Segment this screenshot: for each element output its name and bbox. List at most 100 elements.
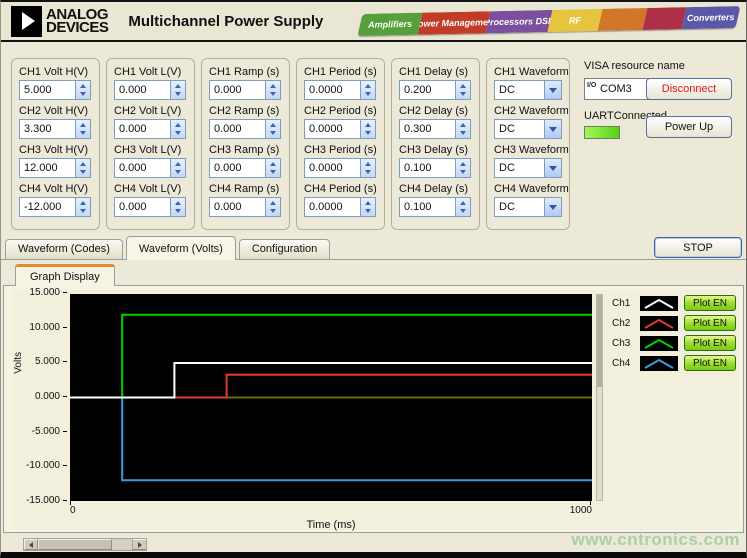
legend-swatch[interactable] <box>640 336 678 351</box>
spinner-value[interactable]: 12.000 <box>20 159 75 177</box>
spinner-arrows-icon[interactable] <box>455 120 470 138</box>
ch4-ramp-input[interactable]: 0.000 <box>209 197 281 217</box>
ch2-volt-l-input[interactable]: 0.000 <box>114 119 186 139</box>
spinner-arrows-icon[interactable] <box>75 120 90 138</box>
spinner-value[interactable]: 3.300 <box>20 120 75 138</box>
spinner-value[interactable]: 0.000 <box>115 81 170 99</box>
scroll-left-button[interactable] <box>24 539 38 550</box>
legend-swatch[interactable] <box>640 296 678 311</box>
spinner-value[interactable]: 0.000 <box>210 198 265 216</box>
tab-waveform-volts[interactable]: Waveform (Volts) <box>126 236 236 260</box>
scroll-right-button[interactable] <box>132 539 146 550</box>
spinner-arrows-icon[interactable] <box>75 81 90 99</box>
chevron-down-icon[interactable] <box>544 198 561 216</box>
spinner-arrows-icon[interactable] <box>170 198 185 216</box>
spinner-value[interactable]: -12.000 <box>20 198 75 216</box>
spinner-value[interactable]: 0.0000 <box>305 120 360 138</box>
combo-value[interactable]: DC <box>495 120 544 138</box>
spinner-arrows-icon[interactable] <box>170 159 185 177</box>
spinner-arrows-icon[interactable] <box>455 198 470 216</box>
combo-value[interactable]: DC <box>495 198 544 216</box>
ch4-volt-h-input[interactable]: -12.000 <box>19 197 91 217</box>
spinner-value[interactable]: 0.000 <box>115 159 170 177</box>
field-label: CH3 Volt H(V) <box>19 144 92 156</box>
disconnect-button[interactable]: Disconnect <box>646 78 732 100</box>
ch4-period-input[interactable]: 0.0000 <box>304 197 376 217</box>
ch3-ramp-input[interactable]: 0.000 <box>209 158 281 178</box>
spinner-value[interactable]: 5.000 <box>20 81 75 99</box>
plot-vertical-scrollbar[interactable] <box>596 294 603 501</box>
ch3-plot-enable-button[interactable]: Plot EN <box>684 335 736 351</box>
ch1-plot-enable-button[interactable]: Plot EN <box>684 295 736 311</box>
stop-button[interactable]: STOP <box>654 237 742 258</box>
y-tick-label: -10.000 <box>26 460 60 471</box>
ch1-volt-l-input[interactable]: 0.000 <box>114 80 186 100</box>
ch4-delay-input[interactable]: 0.100 <box>399 197 471 217</box>
horizontal-scrollbar[interactable] <box>23 538 147 551</box>
ch2-volt-h-input[interactable]: 3.300 <box>19 119 91 139</box>
legend-swatch[interactable] <box>640 316 678 331</box>
legend-swatch[interactable] <box>640 356 678 371</box>
field-label: CH1 Ramp (s) <box>209 66 282 78</box>
ch4-waveform-select[interactable]: DC <box>494 197 562 217</box>
ch3-waveform-select[interactable]: DC <box>494 158 562 178</box>
chevron-down-icon[interactable] <box>544 159 561 177</box>
ch4-plot-enable-button[interactable]: Plot EN <box>684 355 736 371</box>
banner-segment: Power Management <box>418 11 491 35</box>
spinner-arrows-icon[interactable] <box>265 81 280 99</box>
ch3-volt-l-input[interactable]: 0.000 <box>114 158 186 178</box>
spinner-arrows-icon[interactable] <box>265 159 280 177</box>
spinner-value[interactable]: 0.000 <box>210 81 265 99</box>
scrollbar-thumb[interactable] <box>38 539 112 550</box>
ch3-period-input[interactable]: 0.0000 <box>304 158 376 178</box>
spinner-value[interactable]: 0.0000 <box>305 81 360 99</box>
combo-value[interactable]: DC <box>495 81 544 99</box>
spinner-value[interactable]: 0.000 <box>115 120 170 138</box>
spinner-value[interactable]: 0.000 <box>210 120 265 138</box>
spinner-arrows-icon[interactable] <box>360 81 375 99</box>
ch2-plot-enable-button[interactable]: Plot EN <box>684 315 736 331</box>
ch1-period-input[interactable]: 0.0000 <box>304 80 376 100</box>
spinner-value[interactable]: 0.100 <box>400 159 455 177</box>
spinner-arrows-icon[interactable] <box>360 120 375 138</box>
spinner-value[interactable]: 0.100 <box>400 198 455 216</box>
spinner-value[interactable]: 0.000 <box>115 198 170 216</box>
tab-graph-display[interactable]: Graph Display <box>15 264 115 286</box>
ch1-delay-input[interactable]: 0.200 <box>399 80 471 100</box>
field-label: CH2 Waveform <box>494 105 562 117</box>
scrollbar-thumb[interactable] <box>597 295 602 387</box>
spinner-arrows-icon[interactable] <box>75 198 90 216</box>
ch2-delay-input[interactable]: 0.300 <box>399 119 471 139</box>
tab-waveform-codes[interactable]: Waveform (Codes) <box>5 239 123 259</box>
spinner-arrows-icon[interactable] <box>170 81 185 99</box>
ch2-ramp-input[interactable]: 0.000 <box>209 119 281 139</box>
spinner-arrows-icon[interactable] <box>265 198 280 216</box>
tab-configuration[interactable]: Configuration <box>239 239 330 259</box>
ch1-waveform-select[interactable]: DC <box>494 80 562 100</box>
watermark: www.cntronics.com <box>572 530 740 550</box>
ch1-ramp-input[interactable]: 0.000 <box>209 80 281 100</box>
ch1-volt-h-input[interactable]: 5.000 <box>19 80 91 100</box>
spinner-arrows-icon[interactable] <box>265 120 280 138</box>
spinner-value[interactable]: 0.0000 <box>305 198 360 216</box>
chevron-down-icon[interactable] <box>544 120 561 138</box>
combo-value[interactable]: DC <box>495 159 544 177</box>
spinner-arrows-icon[interactable] <box>455 159 470 177</box>
spinner-arrows-icon[interactable] <box>170 120 185 138</box>
spinner-value[interactable]: 0.200 <box>400 81 455 99</box>
spinner-arrows-icon[interactable] <box>360 198 375 216</box>
ch2-waveform-select[interactable]: DC <box>494 119 562 139</box>
spinner-value[interactable]: 0.300 <box>400 120 455 138</box>
spinner-value[interactable]: 0.000 <box>210 159 265 177</box>
chevron-down-icon[interactable] <box>544 81 561 99</box>
spinner-arrows-icon[interactable] <box>75 159 90 177</box>
spinner-arrows-icon[interactable] <box>360 159 375 177</box>
spinner-arrows-icon[interactable] <box>455 81 470 99</box>
power-up-button[interactable]: Power Up <box>646 116 732 138</box>
spinner-value[interactable]: 0.0000 <box>305 159 360 177</box>
ch2-period-input[interactable]: 0.0000 <box>304 119 376 139</box>
ch3-volt-h-input[interactable]: 12.000 <box>19 158 91 178</box>
ch3-delay-input[interactable]: 0.100 <box>399 158 471 178</box>
ch4-volt-l-input[interactable]: 0.000 <box>114 197 186 217</box>
plot-area[interactable] <box>70 294 592 501</box>
